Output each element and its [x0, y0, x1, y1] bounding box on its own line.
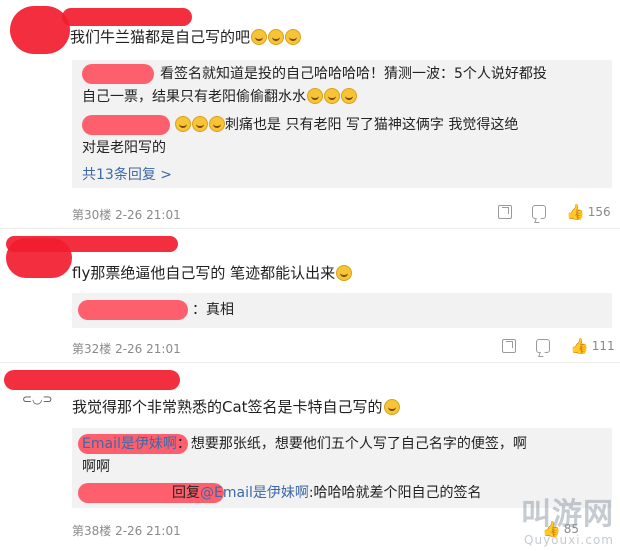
laugh-cry-emoji-icon — [383, 399, 400, 415]
reply-user-link[interactable]: Email是伊妹啊 — [82, 436, 177, 452]
reply-text: Email是伊妹啊：想要那张纸，想要他们五个人写了自己名字的便签，啊 — [82, 436, 527, 452]
redacted-avatar — [10, 6, 70, 54]
reply-text: 对是老阳写的 — [82, 140, 166, 156]
comment-text: 我觉得那个非常熟悉的Cat签名是卡特自己写的 — [72, 396, 400, 418]
redacted-reply-username — [82, 64, 154, 84]
like-button[interactable]: 👍 156 — [566, 203, 611, 221]
reply-text: 啊啊 — [82, 459, 110, 475]
laugh-cry-emoji-icon — [341, 88, 357, 104]
laugh-cry-emoji-icon — [324, 88, 340, 104]
like-count: 156 — [587, 205, 611, 219]
comment-icon — [536, 339, 550, 353]
more-replies-link[interactable]: 共13条回复 > — [82, 164, 172, 184]
avatar: ⊂◡⊃ — [22, 392, 53, 406]
laugh-cry-emoji-icon — [307, 88, 323, 104]
reply-text: 回复@Email是伊妹啊:哈哈哈就差个阳自己的签名 — [172, 485, 482, 501]
share-icon — [502, 339, 516, 353]
laugh-cry-emoji-icon — [209, 116, 225, 132]
divider — [0, 228, 620, 229]
reply-button[interactable] — [532, 205, 546, 219]
thumbs-up-icon: 👍 — [570, 337, 589, 355]
comment-meta: 第38楼 2-26 21:01 — [72, 524, 181, 538]
laugh-cry-emoji-icon — [285, 29, 302, 45]
laugh-cry-emoji-icon — [336, 265, 353, 281]
redacted-reply-username — [78, 300, 188, 320]
reply-text: 看签名就知道是投的自己哈哈哈哈！猜测一波：5个人说好都投 — [160, 66, 547, 82]
divider — [0, 362, 620, 363]
redacted-reply-username — [82, 115, 170, 135]
watermark-logo: 叫游网 Quyouxi.com — [521, 497, 614, 547]
laugh-cry-emoji-icon — [251, 29, 268, 45]
reply-text: 自己一票，结果只有老阳偷偷翻水水 — [82, 86, 357, 108]
comment-meta: 第30楼 2-26 21:01 — [72, 208, 181, 222]
like-button[interactable]: 👍 111 — [570, 337, 615, 355]
share-button[interactable] — [498, 205, 512, 219]
redacted-username — [6, 236, 178, 252]
share-button[interactable] — [502, 339, 516, 353]
comment-text: 我们牛兰猫都是自己写的吧 — [70, 26, 302, 48]
comment-text: fly那票绝逼他自己写的 笔迹都能认出来 — [72, 262, 353, 284]
comment-meta: 第32楼 2-26 21:01 — [72, 342, 181, 356]
comment-icon — [532, 205, 546, 219]
reply-button[interactable] — [536, 339, 550, 353]
laugh-cry-emoji-icon — [175, 116, 191, 132]
laugh-cry-emoji-icon — [192, 116, 208, 132]
reply-text: ：真相 — [192, 302, 234, 318]
redacted-username — [62, 8, 192, 26]
mention-link[interactable]: @Email是伊妹啊 — [200, 485, 309, 501]
laugh-cry-emoji-icon — [268, 29, 285, 45]
redacted-username — [4, 370, 180, 390]
thumbs-up-icon: 👍 — [566, 203, 585, 221]
reply-text: 刺痛也是 只有老阳 写了猫神这俩字 我觉得这绝 — [174, 114, 518, 136]
like-count: 111 — [591, 339, 615, 353]
share-icon — [498, 205, 512, 219]
